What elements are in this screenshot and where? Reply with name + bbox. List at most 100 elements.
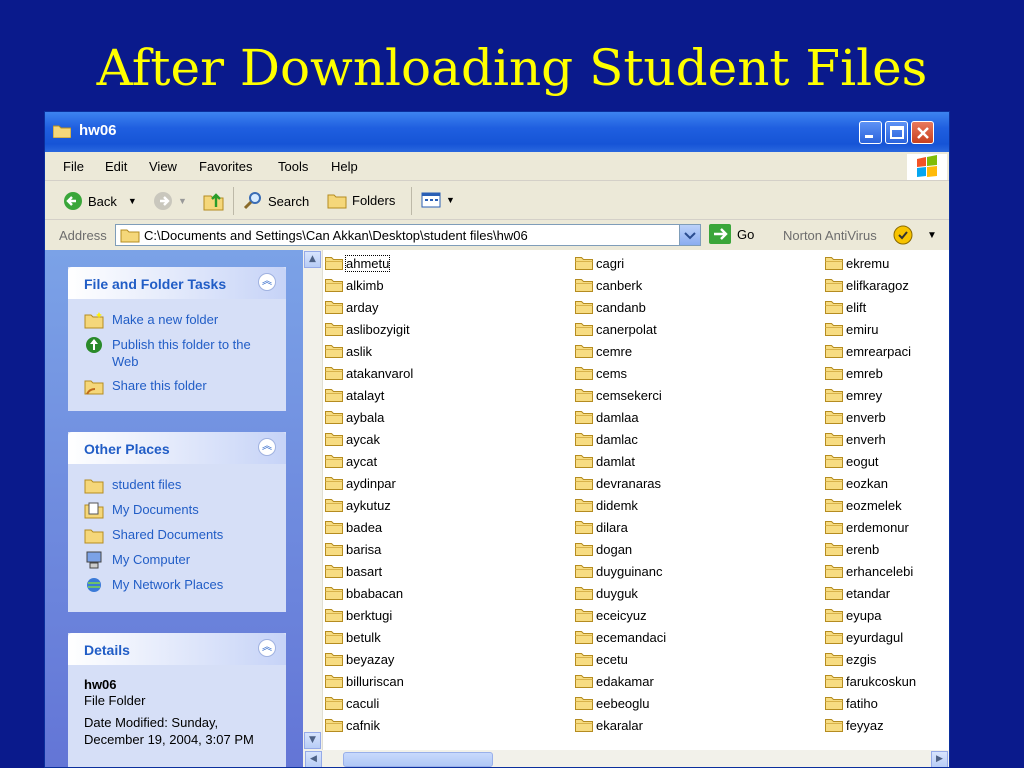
folder-item[interactable]: atakanvarol: [325, 362, 413, 384]
folder-item[interactable]: alkimb: [325, 274, 413, 296]
horizontal-scroll-thumb[interactable]: [343, 752, 493, 767]
folder-item[interactable]: ekaralar: [575, 714, 666, 736]
folder-item[interactable]: eyurdagul: [825, 626, 916, 648]
folder-item[interactable]: erenb: [825, 538, 916, 560]
collapse-icon[interactable]: ︽: [258, 273, 276, 291]
menu-file[interactable]: File: [63, 159, 84, 174]
folder-item[interactable]: enverh: [825, 428, 916, 450]
folder-item[interactable]: canberk: [575, 274, 666, 296]
scroll-down-button[interactable]: ▼: [304, 732, 321, 749]
folder-item[interactable]: ahmetu: [325, 252, 413, 274]
folder-item[interactable]: edakamar: [575, 670, 666, 692]
folder-item[interactable]: cafnik: [325, 714, 413, 736]
folder-item[interactable]: fatiho: [825, 692, 916, 714]
folder-item[interactable]: emrearpaci: [825, 340, 916, 362]
menu-view[interactable]: View: [149, 159, 177, 174]
horizontal-scrollbar[interactable]: ◀ ▶: [303, 750, 949, 767]
folder-item[interactable]: erdemonur: [825, 516, 916, 538]
folder-item[interactable]: badea: [325, 516, 413, 538]
panel-header[interactable]: File and Folder Tasks ︽: [68, 267, 286, 299]
folder-item[interactable]: eozmelek: [825, 494, 916, 516]
close-button[interactable]: [911, 121, 934, 144]
collapse-icon[interactable]: ︽: [258, 639, 276, 657]
folder-item[interactable]: elift: [825, 296, 916, 318]
folder-item[interactable]: emrey: [825, 384, 916, 406]
menu-help[interactable]: Help: [331, 159, 358, 174]
folder-item[interactable]: candanb: [575, 296, 666, 318]
my-network-places-link[interactable]: My Network Places: [84, 576, 272, 594]
chevron-down-icon[interactable]: ▼: [927, 230, 937, 241]
folder-item[interactable]: aybala: [325, 406, 413, 428]
folder-item[interactable]: basart: [325, 560, 413, 582]
vertical-scrollbar[interactable]: ▲ ▼: [303, 250, 323, 750]
folder-item[interactable]: cagri: [575, 252, 666, 274]
norton-shield-icon[interactable]: [893, 225, 913, 245]
folder-item[interactable]: cemsekerci: [575, 384, 666, 406]
views-button[interactable]: ▼: [421, 191, 455, 209]
forward-button[interactable]: ▼: [153, 191, 187, 211]
folder-item[interactable]: aslibozyigit: [325, 318, 413, 340]
folder-item[interactable]: canerpolat: [575, 318, 666, 340]
folder-item[interactable]: caculi: [325, 692, 413, 714]
folder-item[interactable]: elifkaragoz: [825, 274, 916, 296]
folder-item[interactable]: aykutuz: [325, 494, 413, 516]
folder-item[interactable]: eozkan: [825, 472, 916, 494]
folder-item[interactable]: enverb: [825, 406, 916, 428]
folder-item[interactable]: ecemandaci: [575, 626, 666, 648]
address-input[interactable]: C:\Documents and Settings\Can Akkan\Desk…: [115, 224, 701, 246]
folder-item[interactable]: erhancelebi: [825, 560, 916, 582]
up-button[interactable]: [203, 191, 225, 211]
publish-folder-link[interactable]: Publish this folder to the Web: [84, 336, 272, 370]
folder-item[interactable]: feyyaz: [825, 714, 916, 736]
menu-edit[interactable]: Edit: [105, 159, 127, 174]
folder-item[interactable]: duyguinanc: [575, 560, 666, 582]
folder-item[interactable]: betulk: [325, 626, 413, 648]
folder-item[interactable]: duyguk: [575, 582, 666, 604]
minimize-button[interactable]: [859, 121, 882, 144]
folder-item[interactable]: damlaa: [575, 406, 666, 428]
folders-button[interactable]: Folders: [327, 191, 395, 209]
folder-item[interactable]: eyupa: [825, 604, 916, 626]
shared-documents-link[interactable]: Shared Documents: [84, 526, 272, 544]
folder-item[interactable]: didemk: [575, 494, 666, 516]
menu-tools[interactable]: Tools: [278, 159, 308, 174]
folder-item[interactable]: aslik: [325, 340, 413, 362]
folder-item[interactable]: eebeoglu: [575, 692, 666, 714]
my-computer-link[interactable]: My Computer: [84, 551, 272, 569]
folder-item[interactable]: arday: [325, 296, 413, 318]
scroll-left-button[interactable]: ◀: [305, 751, 322, 767]
search-button[interactable]: Search: [243, 191, 309, 211]
folder-item[interactable]: aycat: [325, 450, 413, 472]
folder-item[interactable]: ekremu: [825, 252, 916, 274]
folder-item[interactable]: berktugi: [325, 604, 413, 626]
scroll-right-button[interactable]: ▶: [931, 751, 948, 767]
folder-item[interactable]: emreb: [825, 362, 916, 384]
student-files-link[interactable]: student files: [84, 476, 272, 494]
folder-item[interactable]: devranaras: [575, 472, 666, 494]
folder-item[interactable]: ezgis: [825, 648, 916, 670]
folder-item[interactable]: farukcoskun: [825, 670, 916, 692]
norton-antivirus-label[interactable]: Norton AntiVirus: [783, 228, 877, 243]
folder-item[interactable]: eceicyuz: [575, 604, 666, 626]
panel-header[interactable]: Other Places ︽: [68, 432, 286, 464]
folder-item[interactable]: ecetu: [575, 648, 666, 670]
folder-item[interactable]: aydinpar: [325, 472, 413, 494]
address-dropdown-button[interactable]: [679, 224, 701, 246]
folder-item[interactable]: dilara: [575, 516, 666, 538]
folder-item[interactable]: barisa: [325, 538, 413, 560]
folder-item[interactable]: billuriscan: [325, 670, 413, 692]
make-new-folder-link[interactable]: Make a new folder: [84, 311, 272, 329]
go-button[interactable]: Go: [709, 224, 754, 244]
title-bar[interactable]: hw06: [45, 112, 949, 152]
folder-item[interactable]: beyazay: [325, 648, 413, 670]
folder-item[interactable]: damlac: [575, 428, 666, 450]
back-button[interactable]: Back ▼: [63, 191, 137, 211]
folder-item[interactable]: etandar: [825, 582, 916, 604]
folder-item[interactable]: bbabacan: [325, 582, 413, 604]
folder-item[interactable]: emiru: [825, 318, 916, 340]
scroll-up-button[interactable]: ▲: [304, 251, 321, 268]
folder-item[interactable]: aycak: [325, 428, 413, 450]
folder-item[interactable]: dogan: [575, 538, 666, 560]
menu-favorites[interactable]: Favorites: [199, 159, 252, 174]
share-folder-link[interactable]: Share this folder: [84, 377, 272, 395]
